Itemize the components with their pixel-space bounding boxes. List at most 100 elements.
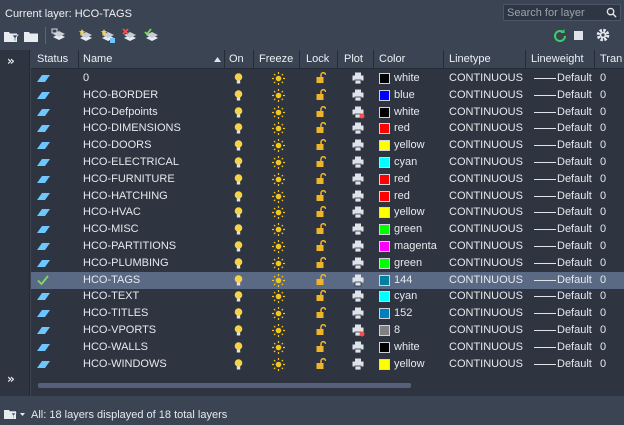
column-header-lock[interactable]: Lock: [306, 53, 329, 65]
layer-row[interactable]: HCO-WINDOWS yellow CONTINUOUS Default 0: [31, 356, 624, 373]
transparency-value[interactable]: 0: [600, 223, 606, 235]
printer-icon[interactable]: [352, 72, 365, 85]
color-swatch[interactable]: [379, 257, 390, 269]
linetype-value[interactable]: CONTINUOUS: [449, 72, 523, 84]
unlocked-icon[interactable]: [316, 139, 326, 151]
color-name[interactable]: cyan: [394, 156, 417, 168]
color-name[interactable]: white: [394, 341, 420, 353]
sun-thawed-icon[interactable]: [272, 256, 285, 270]
transparency-value[interactable]: 0: [600, 341, 606, 353]
color-swatch[interactable]: [379, 106, 390, 118]
sun-thawed-icon[interactable]: [272, 290, 285, 304]
layer-name[interactable]: 0: [83, 72, 89, 84]
color-name[interactable]: red: [394, 122, 410, 134]
layer-name[interactable]: HCO-VPORTS: [83, 324, 156, 336]
linetype-value[interactable]: CONTINUOUS: [449, 223, 523, 235]
column-header-name[interactable]: Name: [83, 53, 112, 65]
printer-icon[interactable]: [352, 139, 365, 152]
sun-thawed-icon[interactable]: [272, 240, 285, 253]
search-input[interactable]: Search for layer: [503, 4, 621, 21]
linetype-value[interactable]: CONTINUOUS: [449, 190, 523, 202]
linetype-value[interactable]: CONTINUOUS: [449, 358, 523, 370]
layer-name[interactable]: HCO-MISC: [83, 223, 139, 235]
printer-icon[interactable]: [352, 307, 365, 320]
lightbulb-on-icon[interactable]: [234, 224, 243, 236]
layer-row[interactable]: HCO-MISC green CONTINUOUS Default 0: [31, 221, 624, 238]
sun-thawed-icon[interactable]: [272, 139, 285, 153]
layer-name[interactable]: HCO-Defpoints: [83, 106, 158, 118]
layer-row[interactable]: HCO-PARTITIONS magenta CONTINUOUS Default 0: [31, 238, 624, 255]
layer-row[interactable]: HCO-HATCHING red CONTINUOUS Default 0: [31, 188, 624, 205]
printer-icon[interactable]: [352, 274, 365, 287]
color-swatch[interactable]: [379, 207, 390, 219]
color-name[interactable]: yellow: [394, 139, 425, 151]
linetype-value[interactable]: CONTINUOUS: [449, 341, 523, 353]
color-swatch[interactable]: [379, 157, 390, 168]
column-header-linetype[interactable]: Linetype: [449, 53, 491, 65]
layer-row[interactable]: HCO-DOORS yellow CONTINUOUS Default 0: [31, 137, 624, 154]
sun-thawed-icon[interactable]: [272, 172, 285, 186]
lightbulb-on-icon[interactable]: [234, 89, 243, 102]
color-swatch[interactable]: [379, 89, 390, 101]
no-plot-printer-icon[interactable]: [352, 324, 365, 337]
unlocked-icon[interactable]: [316, 206, 326, 218]
sun-thawed-icon[interactable]: [272, 206, 285, 220]
sun-thawed-icon[interactable]: [272, 72, 285, 85]
color-swatch[interactable]: [379, 325, 390, 336]
new-layer-vp-frozen-icon[interactable]: [99, 27, 117, 45]
layer-row[interactable]: HCO-BORDER blue CONTINUOUS Default 0: [31, 87, 624, 104]
transparency-value[interactable]: 0: [600, 324, 606, 336]
lineweight-value[interactable]: Default: [557, 274, 592, 286]
unlocked-icon[interactable]: [316, 273, 326, 286]
color-name[interactable]: 152: [394, 307, 412, 319]
linetype-value[interactable]: CONTINUOUS: [449, 324, 523, 336]
layer-row[interactable]: 0 white CONTINUOUS Default 0: [31, 70, 624, 87]
lightbulb-on-icon[interactable]: [234, 341, 243, 354]
printer-icon[interactable]: [352, 122, 365, 135]
lineweight-value[interactable]: Default: [557, 173, 592, 185]
lightbulb-on-icon[interactable]: [234, 325, 243, 337]
layer-row[interactable]: HCO-DIMENSIONS red CONTINUOUS Default 0: [31, 120, 624, 137]
refresh-icon[interactable]: [552, 28, 568, 44]
linetype-value[interactable]: CONTINUOUS: [449, 106, 523, 118]
color-swatch[interactable]: [379, 224, 390, 236]
layer-row[interactable]: HCO-WALLS white CONTINUOUS Default 0: [31, 339, 624, 356]
unlocked-icon[interactable]: [316, 307, 326, 319]
column-header-plot[interactable]: Plot: [344, 53, 363, 65]
expand-filter-tree-button[interactable]: »: [7, 54, 15, 68]
column-header-transparency[interactable]: Tran: [600, 53, 622, 65]
color-name[interactable]: white: [394, 106, 420, 118]
lightbulb-on-icon[interactable]: [234, 241, 243, 253]
layer-name[interactable]: HCO-HVAC: [83, 206, 141, 218]
color-name[interactable]: 8: [394, 324, 400, 336]
sun-thawed-icon[interactable]: [272, 357, 285, 371]
lineweight-value[interactable]: Default: [557, 190, 592, 202]
linetype-value[interactable]: CONTINUOUS: [449, 307, 523, 319]
color-name[interactable]: 144: [394, 274, 412, 286]
lightbulb-on-icon[interactable]: [234, 140, 243, 152]
transparency-value[interactable]: 0: [600, 72, 606, 84]
color-swatch[interactable]: [379, 358, 390, 370]
transparency-value[interactable]: 0: [600, 206, 606, 218]
sun-thawed-icon[interactable]: [272, 88, 285, 102]
set-current-icon[interactable]: [143, 27, 161, 45]
linetype-value[interactable]: CONTINUOUS: [449, 156, 523, 168]
printer-icon[interactable]: [352, 156, 365, 169]
layer-states-manager-icon[interactable]: [50, 27, 68, 45]
horizontal-scrollbar[interactable]: [38, 383, 411, 388]
lineweight-value[interactable]: Default: [557, 307, 592, 319]
sun-thawed-icon[interactable]: [272, 122, 285, 136]
printer-icon[interactable]: [352, 341, 365, 354]
sun-thawed-icon[interactable]: [272, 156, 285, 169]
lineweight-value[interactable]: Default: [557, 106, 592, 118]
color-name[interactable]: cyan: [394, 290, 417, 302]
printer-icon[interactable]: [352, 190, 365, 203]
lightbulb-on-icon[interactable]: [234, 106, 243, 119]
lineweight-value[interactable]: Default: [557, 341, 592, 353]
transparency-value[interactable]: 0: [600, 139, 606, 151]
sun-thawed-icon[interactable]: [272, 223, 285, 237]
layer-row[interactable]: HCO-VPORTS 8 CONTINUOUS Default 0: [31, 322, 624, 339]
transparency-value[interactable]: 0: [600, 290, 606, 302]
square-icon[interactable]: [574, 31, 583, 40]
layer-name[interactable]: HCO-ELECTRICAL: [83, 156, 179, 168]
